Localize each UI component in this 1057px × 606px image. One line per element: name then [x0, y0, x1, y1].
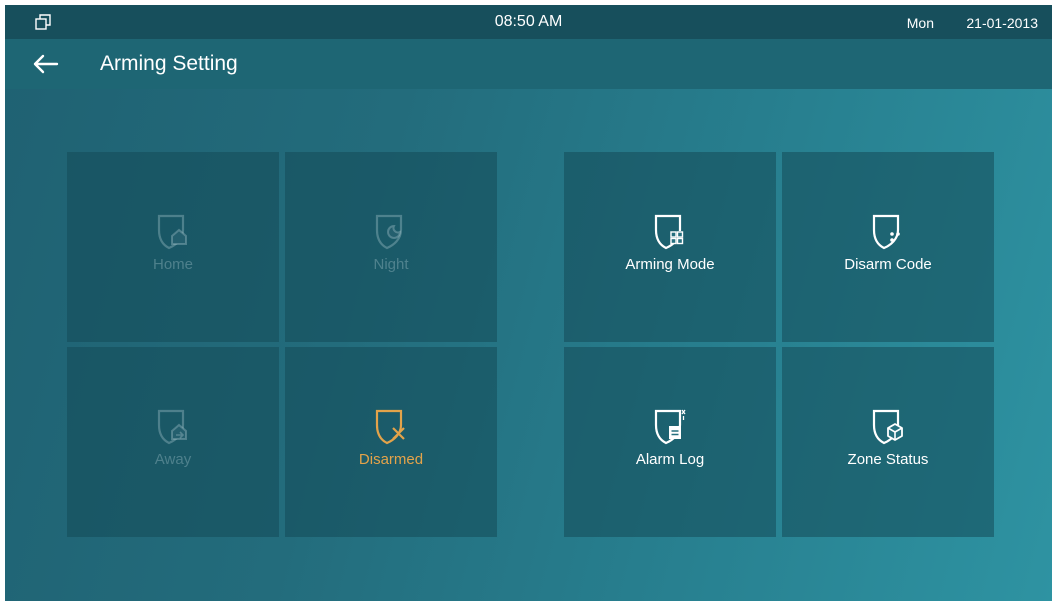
- mode-tile-disarmed[interactable]: Disarmed: [285, 347, 497, 537]
- tile-label: Zone Status: [847, 451, 929, 468]
- mode-tile-away[interactable]: Away: [67, 347, 279, 537]
- zone-status-button[interactable]: Zone Status: [782, 347, 994, 537]
- tile-label: Night: [373, 256, 409, 273]
- shield-away-icon: [157, 409, 187, 445]
- tile-label: Alarm Log: [635, 451, 705, 468]
- back-arrow-icon[interactable]: [31, 52, 59, 76]
- disarm-code-button[interactable]: Disarm Code: [782, 152, 994, 342]
- mode-tile-night[interactable]: Night: [285, 152, 497, 342]
- tile-label: Disarmed: [358, 451, 424, 468]
- status-bar: 08:50 AM Mon 21-01-2013: [5, 5, 1052, 39]
- day-of-week: Mon: [906, 15, 934, 31]
- shield-x-icon: [375, 409, 405, 445]
- arming-setting-screen: 08:50 AM Mon 21-01-2013 Arming Setting H…: [5, 5, 1052, 601]
- mode-tile-home[interactable]: Home: [67, 152, 279, 342]
- tile-label: Away: [154, 451, 192, 468]
- shield-key-icon: [872, 214, 900, 250]
- shield-home-icon: [157, 214, 187, 250]
- date: 21-01-2013: [966, 15, 1038, 31]
- shield-cube-icon: [872, 409, 903, 445]
- alarm-log-button[interactable]: Alarm Log: [564, 347, 776, 537]
- title-bar: Arming Setting: [5, 39, 1052, 89]
- tile-label: Arming Mode: [625, 256, 715, 273]
- arming-mode-button[interactable]: Arming Mode: [564, 152, 776, 342]
- shield-moon-icon: [375, 214, 403, 250]
- shield-grid-icon: [654, 214, 684, 250]
- clock-time: 08:50 AM: [494, 13, 563, 30]
- shield-log-icon: [654, 409, 686, 445]
- tile-label: Home: [152, 256, 193, 273]
- tile-label: Disarm Code: [844, 256, 932, 273]
- page-title: Arming Setting: [100, 52, 238, 75]
